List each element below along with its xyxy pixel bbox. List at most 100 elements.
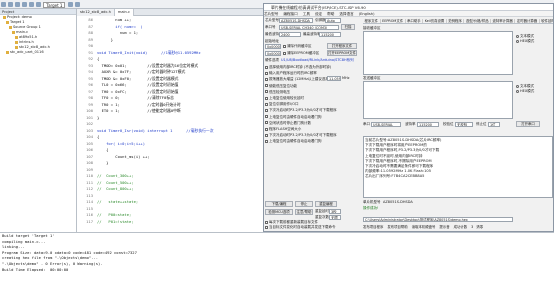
recv-hex-radio-dot[interactable]	[516, 39, 519, 43]
hw-option[interactable]: 上电复位使用较长延时	[265, 96, 304, 101]
hex-path-field[interactable]: C:\Users\Administrator\Desktop\测试程序\AZ80…	[363, 217, 513, 222]
clear-eeprom-check[interactable]: 清除EEPROM缓冲区	[283, 51, 319, 56]
recv-buffer-textarea[interactable]	[363, 31, 513, 75]
auto-send-check[interactable]: 当目标文件变化时自动装载并发送下载命令	[265, 225, 336, 230]
download-program-button[interactable]: 下载/编程	[265, 201, 293, 207]
send-text-radio-dot[interactable]	[516, 84, 519, 88]
parity-select[interactable]: 无校验	[455, 122, 473, 127]
hw-options-tabs[interactable]: U1/U8/Bootload/RLink/Arduino/STC8H系列	[281, 58, 354, 63]
menu-settings[interactable]: 设定	[315, 12, 322, 16]
open-eeprom-button[interactable]: 打开EEPROM文件	[327, 50, 357, 56]
menu-help[interactable]: 帮助	[327, 12, 334, 16]
hw-option[interactable]: 下次冷启动时P3.2/P3.3为0/0才可下载程序	[265, 133, 337, 138]
baud-select[interactable]: 115200	[417, 122, 439, 127]
repeat-count-select[interactable]: 无限	[329, 215, 341, 220]
start-addr-input[interactable]: 0x0000	[265, 44, 281, 49]
manage-icon[interactable]	[74, 2, 80, 7]
target-select[interactable]: Target 1	[43, 1, 66, 8]
recv-text-radio-dot[interactable]	[516, 34, 519, 38]
bottom-tab[interactable]: 发布项目程序	[363, 225, 383, 229]
hw-option-checkbox[interactable]	[265, 139, 268, 143]
tab-stc-header[interactable]: stc12_stc8_adc.h	[77, 9, 115, 16]
hw-option[interactable]: 振荡器放大增益 (12MHz以上建议选择)	[265, 77, 330, 82]
open-program-button[interactable]: 打开程序文件	[327, 43, 357, 49]
hw-option-checkbox[interactable]	[265, 90, 268, 94]
right-tab[interactable]: 选型/价格/样品	[464, 19, 491, 23]
menu-interface[interactable]: 编程接口	[283, 12, 297, 16]
stop-bit-select[interactable]: 1位	[488, 122, 500, 127]
right-tab[interactable]: 波特率计算器	[490, 19, 516, 23]
port-select[interactable]: USB-SERIAL CH340 (COM3)	[279, 25, 339, 30]
hw-option-checkbox[interactable]	[265, 84, 268, 88]
send-hex-radio-dot[interactable]	[516, 89, 519, 93]
menu-language[interactable]: 选择语言	[339, 12, 353, 16]
check-mcu-button[interactable]: 检测MCU选项	[265, 209, 293, 215]
clear-count-button[interactable]: 清零	[476, 225, 483, 229]
clear-code-checkbox[interactable]	[283, 44, 286, 48]
build-icon[interactable]	[22, 2, 27, 7]
hw-option[interactable]: 程序FLASH空间大小	[265, 127, 301, 132]
hw-option-checkbox[interactable]	[265, 96, 268, 100]
bottom-tab[interactable]: 读取本机硬盘号	[412, 225, 436, 229]
open-file-icon[interactable]	[8, 2, 13, 7]
hw-option-checkbox[interactable]	[265, 71, 268, 75]
hw-option[interactable]: 低压检测电压	[265, 90, 290, 95]
right-tab[interactable]: 范例程序	[446, 19, 465, 23]
bottom-tab[interactable]: 成功计数	[454, 225, 468, 229]
hw-option[interactable]: 空闲状态时停止看门狗计数	[265, 121, 311, 126]
hw-option[interactable]: 下次冷启动时P3.2/P3.3为0/0才可下载程序	[265, 108, 337, 113]
reload-checkbox[interactable]	[265, 220, 268, 224]
stop-button[interactable]: 停止	[295, 201, 313, 207]
open-port-button[interactable]: 打开串口	[516, 121, 540, 127]
right-tab[interactable]: 定时器计算器	[515, 19, 540, 23]
right-tab[interactable]: 软件延时计算器	[539, 19, 553, 23]
hw-option[interactable]: 复位引脚用作I/O口	[265, 102, 298, 107]
rebuild-icon[interactable]	[29, 2, 34, 7]
tab-main-c[interactable]: main.c	[114, 9, 134, 16]
baud-max-select[interactable]: 115200	[319, 32, 341, 37]
start-addr2-input[interactable]: 0x0000	[265, 51, 281, 56]
help-button[interactable]: 注意/帮助	[295, 209, 313, 215]
new-file-icon[interactable]	[1, 2, 6, 7]
hw-option[interactable]: 选择使用内部IRC时钟 (不选为外部时钟)	[265, 65, 331, 70]
bottom-tab[interactable]: 发布项目帮助	[387, 225, 407, 229]
hw-option-checkbox[interactable]	[265, 77, 268, 81]
send-buffer-textarea[interactable]	[363, 81, 513, 119]
send-hex-radio[interactable]: HEX模式	[516, 89, 534, 94]
hw-option-checkbox[interactable]	[265, 133, 268, 137]
hw-option[interactable]: 输入用户程序运行时的IRC频率	[265, 71, 317, 76]
hw-option-checkbox[interactable]	[265, 65, 268, 69]
bottom-tab[interactable]: 提示音	[439, 225, 449, 229]
right-tab[interactable]: EEPROM文件	[380, 19, 406, 23]
hw-option[interactable]: 上电复位时由硬件自动启动看门狗	[265, 139, 322, 144]
download-icon[interactable]	[36, 2, 41, 7]
hw-option-checkbox[interactable]	[265, 121, 268, 125]
code-area[interactable]: 86 num ++; 87 if( num>= ) 88 num = 1; 89 } 9…	[77, 17, 263, 232]
save-icon[interactable]	[15, 2, 20, 7]
repeat-program-button[interactable]: 重复编程	[315, 201, 337, 207]
hw-option[interactable]: 使能低压复位功能	[265, 84, 297, 89]
hw-option-checkbox[interactable]	[265, 108, 268, 112]
menu-tools[interactable]: 工具	[303, 12, 310, 16]
hw-option-checkbox[interactable]	[265, 127, 268, 131]
irc-freq-input[interactable]: 11.0592	[327, 76, 341, 81]
retry-delay-select[interactable]: 3秒	[329, 209, 341, 214]
menu-chip[interactable]: 芯片型号	[264, 12, 278, 16]
hw-option-checkbox[interactable]	[265, 115, 268, 119]
tree-item[interactable]: stc_adc_uart_0116	[0, 50, 76, 55]
hw-option-checkbox[interactable]	[265, 102, 268, 106]
scan-button[interactable]: 扫描	[341, 24, 355, 30]
pin-select[interactable]: Auto	[325, 18, 341, 23]
serial-select[interactable]: USB-SERIAL	[371, 122, 401, 127]
recv-hex-radio[interactable]: HEX模式	[516, 39, 534, 44]
auto-send-checkbox[interactable]	[265, 225, 268, 229]
right-tab[interactable]: Keil仿真设置	[423, 19, 447, 23]
hw-option[interactable]: 上电复位时由硬件自动启动看门狗	[265, 115, 322, 120]
options-icon[interactable]	[67, 2, 73, 7]
baud-min-select[interactable]: 2400	[279, 32, 301, 37]
menu-english[interactable]: (English)	[359, 12, 375, 16]
right-tab[interactable]: 串口助手	[405, 19, 424, 23]
clear-code-check[interactable]: 清除代码缓冲区	[283, 44, 312, 49]
chip-select[interactable]: AZ8051S-DHSDA	[279, 18, 313, 23]
right-tab[interactable]: 程序文件	[363, 19, 381, 23]
